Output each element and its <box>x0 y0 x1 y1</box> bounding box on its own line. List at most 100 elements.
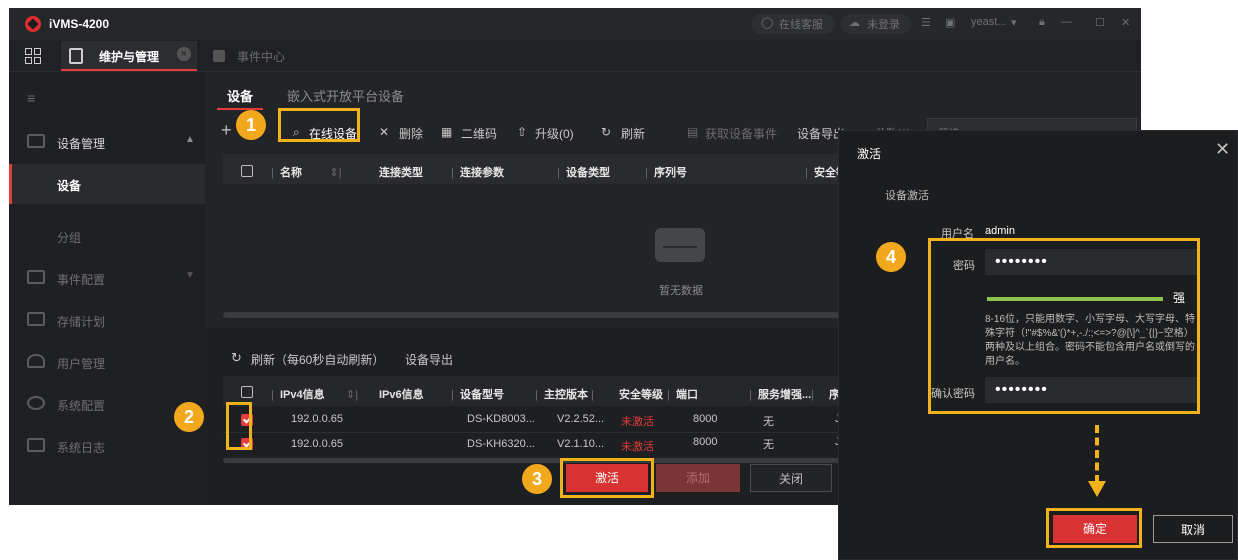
subtab-devices[interactable]: 设备 <box>227 86 253 105</box>
cell-service: 无 <box>763 439 774 451</box>
cell-model: DS-KD8003... <box>467 413 535 425</box>
logo-icon <box>25 16 41 32</box>
sidebar-item-device-management[interactable]: 设备管理 ▲ <box>9 122 205 162</box>
sidebar-item-groups[interactable]: 分组 <box>9 216 205 256</box>
sidebar-item-label: 存储计划 <box>57 315 106 329</box>
column-header[interactable]: 序列号 <box>654 167 687 179</box>
get-events-button[interactable]: 获取设备事件 <box>705 125 777 142</box>
cell-security: 未激活 <box>621 416 654 428</box>
callout-badge-3: 3 <box>522 464 552 494</box>
qrcode-button[interactable]: 二维码 <box>461 125 497 142</box>
refresh-icon: ↻ <box>601 125 612 139</box>
callout-badge-1: 1 <box>236 110 266 140</box>
delete-icon: ✕ <box>379 125 390 139</box>
add-device-button[interactable]: 添加 <box>656 464 740 492</box>
maximize-icon[interactable]: ☐ <box>1095 16 1105 29</box>
column-header[interactable]: 端口 <box>676 389 698 401</box>
callout-arrow-head <box>1088 481 1106 497</box>
list-icon[interactable]: ☰ <box>921 16 931 29</box>
highlight-checkboxes <box>226 402 252 450</box>
lock-icon[interactable]: 🔒︎ <box>1039 16 1045 29</box>
cell-version: V2.1.10... <box>557 438 605 450</box>
column-header[interactable]: 安全等级 <box>619 386 663 402</box>
highlight-password-area <box>928 238 1200 414</box>
cell-ipv4: 192.0.0.65 <box>291 413 343 425</box>
column-header[interactable]: 名称 <box>280 167 302 179</box>
delete-button[interactable]: 删除 <box>399 125 423 142</box>
sidebar-item-label: 事件配置 <box>57 273 106 287</box>
caret-up-icon: ▲ <box>185 134 195 145</box>
tab-maintenance-label: 维护与管理 <box>99 50 160 64</box>
device-icon <box>27 134 45 148</box>
minimize-icon[interactable]: — <box>1061 16 1072 28</box>
cell-ipv4: 192.0.0.65 <box>291 438 343 450</box>
highlight-activate <box>560 458 654 498</box>
sidebar: ≡ 设备管理 ▲ 设备 分组 事件配置 ▼ 存储计划 用户管理 系统配置 系统日… <box>9 72 205 505</box>
column-header[interactable]: IPv6信息 <box>379 386 424 402</box>
column-header[interactable]: 主控版本 <box>544 389 588 401</box>
chevron-down-icon[interactable]: ▾ <box>1011 16 1017 29</box>
sidebar-item-label: 系统日志 <box>57 441 106 455</box>
caret-down-icon: ▼ <box>185 270 195 281</box>
cell-port: 8000 <box>693 413 718 425</box>
online-service-label: 在线客服 <box>779 19 823 31</box>
subtab-active-indicator <box>217 108 263 110</box>
headset-icon: ◯ <box>761 17 774 29</box>
tab-close-icon[interactable]: × <box>177 47 191 61</box>
callout-arrow-line <box>1095 425 1099 483</box>
sort-icon[interactable]: ⇕| <box>330 167 342 179</box>
sort-icon[interactable]: ⇕| <box>346 389 358 401</box>
monitor-icon[interactable]: ▣ <box>945 16 955 29</box>
refresh-icon: ↻ <box>231 350 242 365</box>
column-header[interactable]: 服务增强... <box>758 389 811 401</box>
storage-icon <box>27 312 45 326</box>
highlight-online-devices <box>278 108 360 142</box>
menu-icon[interactable]: ≡ <box>27 90 35 106</box>
close-icon[interactable]: ✕ <box>1121 16 1130 29</box>
qrcode-icon: ▦ <box>441 125 453 139</box>
select-all-checkbox[interactable] <box>241 165 253 177</box>
upgrade-icon: ⇧ <box>517 125 528 139</box>
online-select-all-checkbox[interactable] <box>241 386 253 398</box>
column-header[interactable]: 连接参数 <box>460 167 504 179</box>
sidebar-item-storage[interactable]: 存储计划 <box>9 300 205 340</box>
tab-event-center[interactable]: 事件中心 <box>237 48 285 65</box>
column-header[interactable]: 设备类型 <box>566 167 610 179</box>
auto-refresh-button[interactable]: 刷新（每60秒自动刷新） <box>251 351 384 368</box>
close-button[interactable]: 关闭 <box>750 464 832 492</box>
highlight-confirm <box>1046 508 1142 548</box>
column-header[interactable]: IPv4信息 <box>280 389 325 401</box>
sidebar-item-users[interactable]: 用户管理 <box>9 342 205 382</box>
login-label: 未登录 <box>867 19 900 31</box>
cell-model: DS-KH6320... <box>467 438 535 450</box>
username-value: admin <box>985 225 1015 237</box>
log-icon <box>27 438 45 452</box>
cell-security: 未激活 <box>621 441 654 453</box>
online-export-button[interactable]: 设备导出 <box>405 351 453 368</box>
sidebar-item-devices[interactable]: 设备 <box>9 164 205 204</box>
user-icon <box>27 354 45 368</box>
column-header[interactable]: 设备型号 <box>460 389 504 401</box>
event-center-icon <box>213 50 225 62</box>
empty-box-icon <box>655 228 705 262</box>
empty-text: 暂无数据 <box>659 285 703 297</box>
subtab-embedded-platform[interactable]: 嵌入式开放平台设备 <box>287 86 404 105</box>
sidebar-item-system-log[interactable]: 系统日志 <box>9 426 205 466</box>
cancel-button[interactable]: 取消 <box>1153 515 1233 543</box>
dialog-subtitle: 设备激活 <box>885 190 929 202</box>
upgrade-button[interactable]: 升级(0) <box>535 125 574 142</box>
sidebar-item-event-config[interactable]: 事件配置 ▼ <box>9 258 205 298</box>
app-title: iVMS-4200 <box>49 17 110 31</box>
cell-port: 8000 <box>693 436 718 448</box>
document-icon <box>69 48 83 64</box>
add-button[interactable]: + <box>221 120 232 141</box>
sidebar-item-label: 分组 <box>57 231 82 245</box>
refresh-button[interactable]: 刷新 <box>621 125 645 142</box>
dialog-close-icon[interactable]: ✕ <box>1215 139 1230 160</box>
column-header[interactable]: 连接类型 <box>379 164 423 180</box>
cell-service: 无 <box>763 416 774 428</box>
sidebar-item-label: 设备 <box>57 179 82 193</box>
apps-grid-icon[interactable] <box>25 48 41 64</box>
user-menu[interactable]: yeast... <box>971 16 1006 28</box>
gear-icon <box>27 396 45 410</box>
